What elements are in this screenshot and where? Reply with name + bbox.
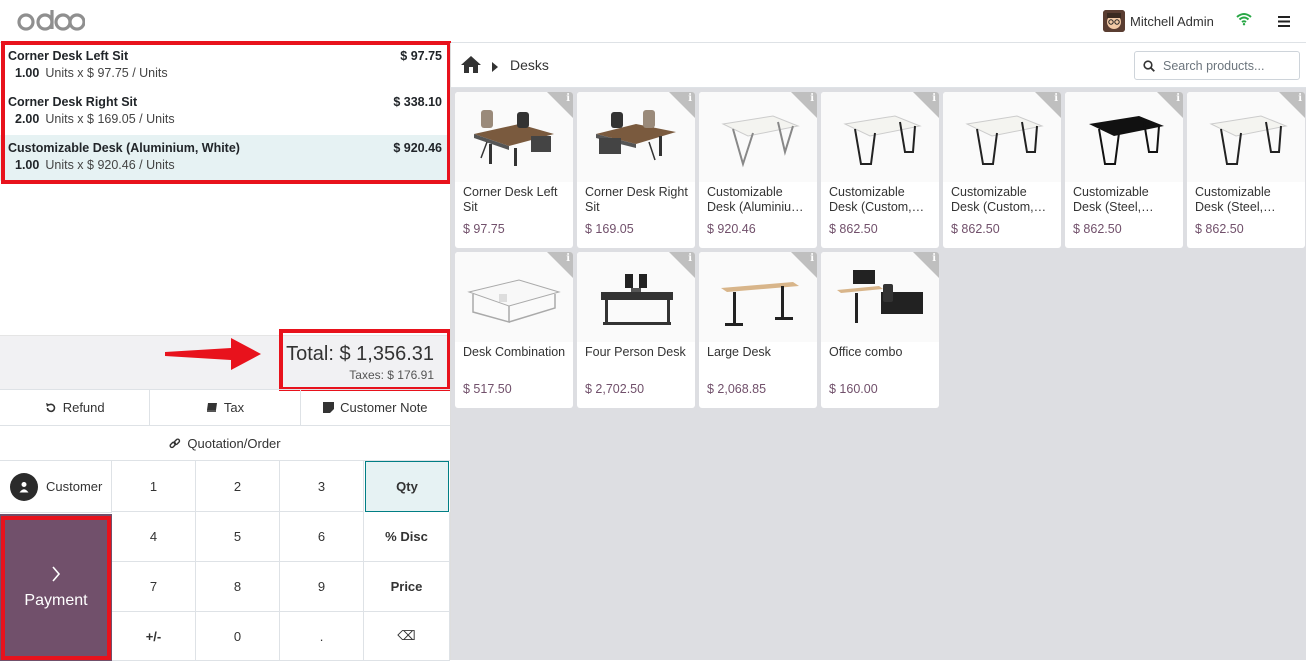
user-avatar: [1103, 10, 1125, 32]
info-icon[interactable]: i: [1054, 93, 1058, 104]
numpad-key-1[interactable]: 1: [112, 461, 196, 512]
info-icon[interactable]: i: [932, 253, 936, 264]
product-name: Corner Desk Left Sit: [463, 185, 558, 214]
refund-button[interactable]: Refund: [0, 390, 151, 425]
search-input[interactable]: [1163, 58, 1293, 73]
product-name: Customizable Desk (Custom,…: [829, 185, 925, 214]
numpad-mode-price[interactable]: Price: [364, 562, 450, 612]
control-buttons-row-2: Quotation/Order: [0, 425, 450, 461]
wifi-icon[interactable]: [1236, 12, 1252, 29]
customer-note-label: Customer Note: [340, 400, 428, 415]
info-icon[interactable]: i: [1298, 93, 1302, 104]
product-name: Customizable Desk (Aluminiu…: [707, 185, 804, 214]
search-icon: [1143, 59, 1155, 72]
numpad-mode-qty[interactable]: Qty: [365, 461, 449, 512]
book-icon: [206, 403, 217, 412]
numpad-key-2[interactable]: 2: [196, 461, 280, 512]
product-card[interactable]: i Customizable Desk (Custom,… $ 862.50: [821, 92, 939, 248]
product-panel: Desks i Corner Desk Left Sit $ 97.75: [450, 43, 1306, 660]
numpad-key-3[interactable]: 3: [280, 461, 364, 512]
info-icon[interactable]: i: [566, 93, 570, 104]
product-name: Four Person Desk: [585, 345, 686, 359]
product-name: Customizable Desk (Steel,…: [1195, 185, 1276, 214]
product-price: $ 862.50: [951, 222, 1000, 236]
link-icon: [169, 437, 181, 448]
product-price: $ 862.50: [1195, 222, 1244, 236]
product-search[interactable]: [1134, 51, 1300, 80]
info-icon[interactable]: i: [688, 93, 692, 104]
product-price: $ 862.50: [1073, 222, 1122, 236]
numpad-backspace[interactable]: ⌫: [364, 612, 450, 661]
product-card[interactable]: i Four Person Desk $ 2,702.50: [577, 252, 695, 408]
order-lines: Corner Desk Left Sit $ 97.75 1.00 Units x…: [0, 41, 451, 335]
product-price: $ 2,702.50: [585, 382, 645, 396]
product-price: $ 160.00: [829, 382, 878, 396]
numpad-key-6[interactable]: 6: [280, 512, 364, 562]
info-icon[interactable]: i: [810, 253, 814, 264]
user-menu[interactable]: Mitchell Admin: [1103, 10, 1214, 32]
breadcrumb-bar: Desks: [451, 43, 1306, 88]
info-icon[interactable]: i: [932, 93, 936, 104]
product-name: Desk Combination: [463, 345, 566, 359]
product-price: $ 2,068.85: [707, 382, 767, 396]
tax-label: Tax: [223, 400, 245, 415]
product-card[interactable]: i Customizable Desk (Steel,… $ 862.50: [1065, 92, 1183, 248]
product-card[interactable]: i Customizable Desk (Steel,… $ 862.50: [1187, 92, 1305, 248]
caret-right-icon: [492, 60, 498, 75]
highlight-box-payment: [1, 516, 111, 660]
quotation-order-button[interactable]: Quotation/Order: [0, 426, 450, 461]
odoo-logo[interactable]: [17, 8, 86, 35]
numpad-key-9[interactable]: 9: [280, 562, 364, 612]
numpad-area: Customer Payment 1 2 3 Qty 4 5 6 % Disc …: [0, 460, 450, 661]
product-card[interactable]: i Customizable Desk (Aluminiu… $ 920.46: [699, 92, 817, 248]
product-card[interactable]: i Desk Combination $ 517.50: [455, 252, 573, 408]
product-name: Corner Desk Right Sit: [585, 185, 688, 214]
info-icon[interactable]: i: [566, 253, 570, 264]
product-card[interactable]: i Large Desk $ 2,068.85: [699, 252, 817, 408]
numpad-key-plus-minus[interactable]: +/-: [112, 612, 196, 661]
numpad-key-8[interactable]: 8: [196, 562, 280, 612]
tax-button[interactable]: Tax: [150, 390, 301, 425]
product-card[interactable]: i Corner Desk Left Sit $ 97.75: [455, 92, 573, 248]
red-arrow-icon: [163, 336, 263, 375]
product-price: $ 169.05: [585, 222, 634, 236]
home-icon[interactable]: [460, 55, 482, 77]
product-name: Office combo: [829, 345, 903, 359]
user-name: Mitchell Admin: [1130, 13, 1214, 29]
numpad-key-dot[interactable]: .: [280, 612, 364, 661]
control-buttons-row: Refund Tax Customer Note: [0, 389, 450, 425]
undo-icon: [45, 402, 55, 412]
customer-label: Customer: [46, 479, 103, 494]
order-panel: Corner Desk Left Sit $ 97.75 1.00 Units x…: [0, 41, 451, 661]
product-price: $ 517.50: [463, 382, 512, 396]
quotation-order-label: Quotation/Order: [187, 436, 281, 451]
user-icon: [10, 472, 38, 501]
numpad-key-7[interactable]: 7: [112, 562, 196, 612]
numpad-key-5[interactable]: 5: [196, 512, 280, 562]
product-price: $ 920.46: [707, 222, 756, 236]
info-icon[interactable]: i: [688, 253, 692, 264]
top-navbar: Mitchell Admin: [0, 0, 1306, 43]
customer-note-button[interactable]: Customer Note: [301, 390, 450, 425]
info-icon[interactable]: i: [1176, 93, 1180, 104]
customer-button[interactable]: Customer: [0, 461, 112, 513]
product-card[interactable]: i Office combo $ 160.00: [821, 252, 939, 408]
refund-label: Refund: [62, 400, 105, 415]
product-price: $ 97.75: [463, 222, 505, 236]
product-card[interactable]: i Customizable Desk (Custom,… $ 862.50: [943, 92, 1061, 248]
product-name: Customizable Desk (Steel,…: [1073, 185, 1154, 214]
info-icon[interactable]: i: [810, 93, 814, 104]
highlight-box-orderlines: [1, 41, 451, 184]
product-name: Customizable Desk (Custom,…: [951, 185, 1047, 214]
breadcrumb-category[interactable]: Desks: [510, 57, 549, 73]
note-icon: [323, 402, 335, 413]
product-card[interactable]: i Corner Desk Right Sit $ 169.05: [577, 92, 695, 248]
product-price: $ 862.50: [829, 222, 878, 236]
hamburger-icon[interactable]: [1278, 15, 1290, 30]
numpad-key-4[interactable]: 4: [112, 512, 196, 562]
numpad-key-0[interactable]: 0: [196, 612, 280, 661]
highlight-box-total: [279, 329, 451, 391]
product-name: Large Desk: [707, 345, 771, 359]
numpad-mode-disc[interactable]: % Disc: [364, 512, 450, 562]
